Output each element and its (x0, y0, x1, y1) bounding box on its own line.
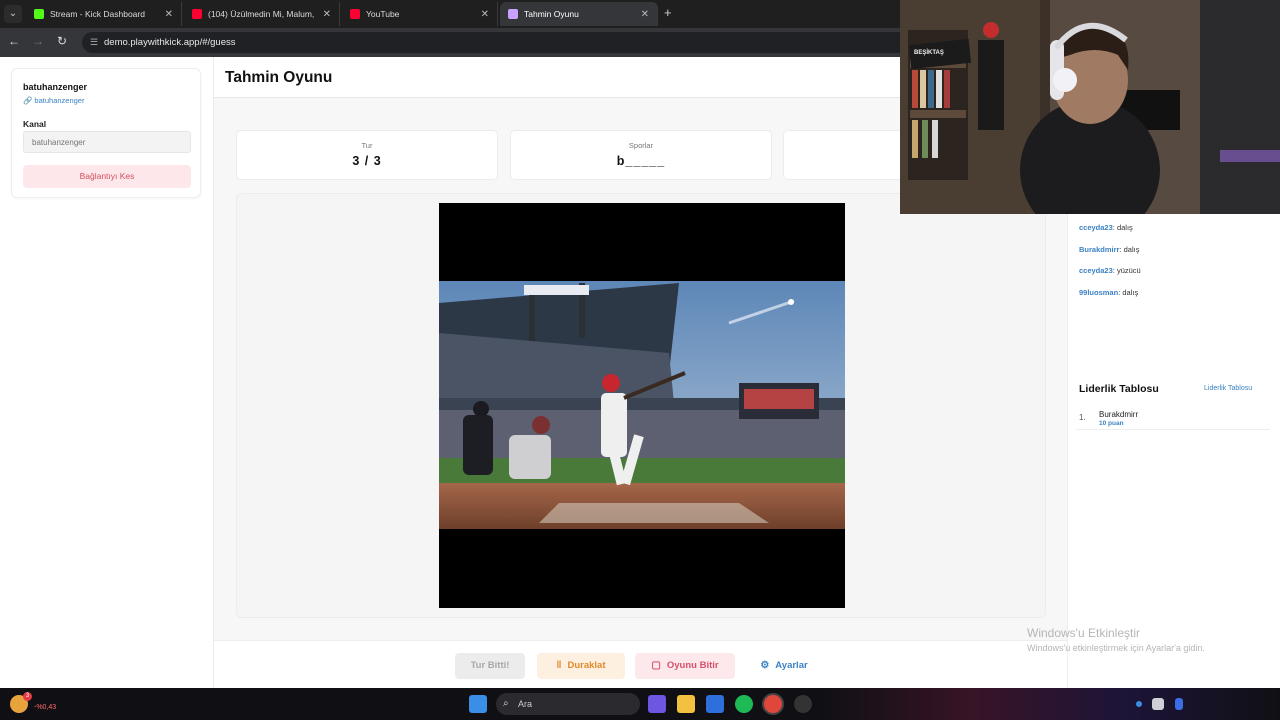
close-icon[interactable]: ✕ (481, 9, 489, 20)
chat-message: Burakdmirr: dalış (1079, 245, 1140, 254)
category-stat: Sporlar b_____ (510, 130, 772, 180)
leaderboard-name: Burakdmirr (1099, 410, 1139, 419)
leaderboard-link[interactable]: Liderlik Tablosu (1204, 385, 1252, 392)
youtube-icon (192, 9, 202, 19)
round-stat: Tur 3 / 3 (236, 130, 498, 180)
file-explorer-icon[interactable] (677, 695, 695, 713)
kick-icon (34, 9, 44, 19)
weather-value: -%0,43 (34, 704, 57, 711)
notification-badge: 3 (23, 692, 32, 701)
channel-card: batuhanzenger 🔗 batuhanzenger Kanal Bağl… (11, 68, 201, 198)
baseball-scene-image (439, 281, 845, 529)
channel-label: Kanal (23, 119, 47, 129)
end-game-button[interactable]: ▢ Oyunu Bitir (635, 653, 735, 679)
leaderboard-title: Liderlik Tablosu (1079, 383, 1159, 395)
forward-button[interactable]: → (30, 34, 46, 48)
site-info-icon[interactable]: ☰ (90, 32, 98, 53)
tab-kick-dashboard[interactable]: Stream - Kick Dashboard ✕ (26, 2, 182, 26)
close-icon[interactable]: ✕ (165, 9, 173, 20)
tab-tahmin-oyunu[interactable]: Tahmin Oyunu ✕ (500, 2, 658, 26)
pause-button[interactable]: ‖ Duraklat (537, 653, 625, 679)
url-field[interactable]: ☰ demo.playwithkick.app/#/guess (82, 32, 912, 53)
tab-youtube[interactable]: YouTube ✕ (342, 2, 498, 26)
copilot-icon[interactable] (648, 695, 666, 713)
spotify-icon[interactable] (735, 695, 753, 713)
guess-image (439, 203, 845, 608)
game-controls-bar: Tur Bitti! ‖ Duraklat ▢ Oyunu Bitir ⚙ Ay… (214, 640, 1068, 688)
divider (1076, 429, 1270, 430)
tab-search-button[interactable]: ⌄ (4, 5, 22, 23)
youtube-icon (350, 9, 360, 19)
chrome-icon[interactable] (764, 695, 782, 713)
status-dot-icon (1136, 701, 1142, 707)
stop-icon: ▢ (651, 660, 661, 671)
windows-start-icon[interactable] (469, 695, 487, 713)
pause-icon: ‖ (556, 660, 562, 671)
image-panel (236, 193, 1046, 618)
page-title: Tahmin Oyunu (225, 69, 333, 86)
end-round-button[interactable]: Tur Bitti! (455, 653, 525, 679)
user-profile-link[interactable]: 🔗 batuhanzenger (23, 96, 84, 105)
windows-activation-title: Windows'u Etkinleştir (1027, 626, 1140, 640)
chat-message: cceyda23: dalış (1079, 223, 1133, 232)
back-button[interactable]: ← (6, 34, 22, 48)
close-icon[interactable]: ✕ (641, 9, 649, 20)
taskbar-search[interactable]: ⌕ Ara (496, 693, 640, 715)
disconnect-button[interactable]: Bağlantıyı Kes (23, 165, 191, 188)
chat-message: 99luosman: dalış (1079, 288, 1139, 297)
new-tab-button[interactable]: + (664, 5, 672, 20)
wallpaper-glow (820, 688, 1280, 720)
reload-button[interactable]: ↻ (54, 34, 70, 48)
chat-message: cceyda23: yüzücü (1079, 266, 1141, 275)
leaderboard-points: 10 puan (1099, 420, 1124, 427)
windows-taskbar: 3 -%0,43 ⌕ Ara (0, 688, 1280, 720)
webcam-overlay: BEŞİKTAŞ (900, 0, 1280, 214)
search-icon: ⌕ (503, 698, 509, 709)
windows-activation-subtitle: Windows'u etkinleştirmek için Ayarlar'a … (1027, 643, 1205, 653)
settings-app-icon[interactable] (794, 695, 812, 713)
channel-input[interactable] (23, 131, 191, 153)
close-icon[interactable]: ✕ (323, 9, 331, 20)
username: batuhanzenger (23, 82, 88, 92)
microphone-icon[interactable] (1175, 698, 1183, 710)
tab-youtube-video[interactable]: (104) Üzülmedin Mi, Malum, Se ✕ (184, 2, 340, 26)
settings-button[interactable]: ⚙ Ayarlar (747, 653, 821, 679)
app-favicon-icon (508, 9, 518, 19)
webcam-feed-image: BEŞİKTAŞ (900, 0, 1280, 214)
leaderboard-rank: 1. (1079, 413, 1086, 422)
scarf-text: BEŞİKTAŞ (914, 49, 944, 56)
store-icon[interactable] (706, 695, 724, 713)
gear-icon: ⚙ (760, 660, 770, 671)
tray-icon[interactable] (1152, 698, 1164, 710)
